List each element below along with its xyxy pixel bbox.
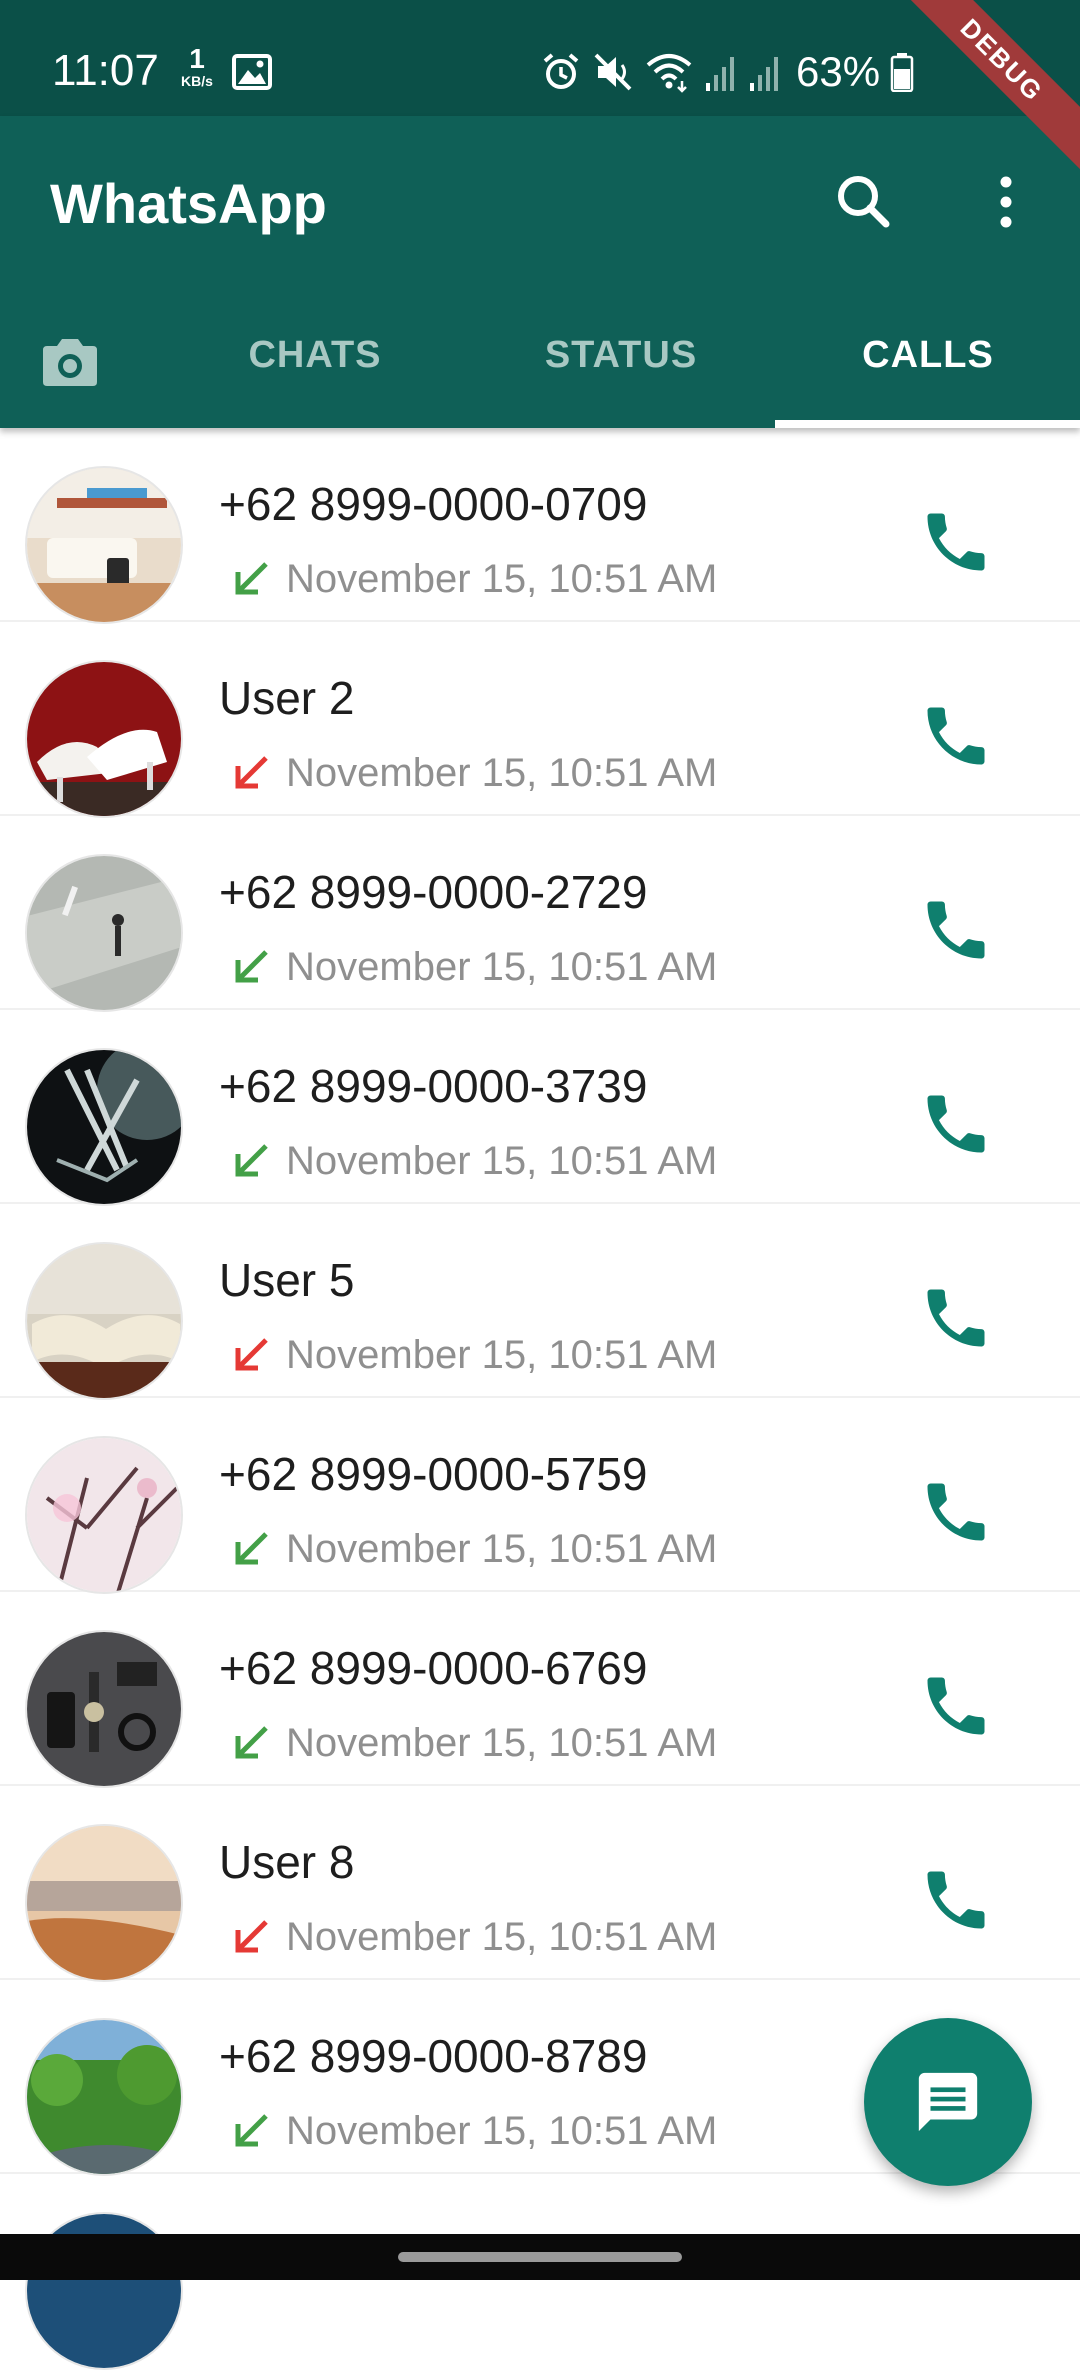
tab-camera[interactable] bbox=[30, 296, 110, 428]
contact-name: +62 8999-0000-6769 bbox=[219, 1642, 648, 1694]
battery-icon bbox=[890, 53, 914, 92]
network-speed-value: 1 bbox=[189, 43, 205, 74]
system-nav-bar bbox=[0, 2234, 1080, 2280]
avatar-image bbox=[27, 856, 181, 1010]
signal-icon-2 bbox=[750, 57, 778, 91]
contact-name: User 5 bbox=[219, 1254, 355, 1306]
phone-icon[interactable] bbox=[918, 1280, 994, 1356]
call-details: November 15, 10:51 AM bbox=[232, 1136, 717, 1186]
incoming-call-arrow-icon bbox=[235, 562, 268, 595]
call-time: November 15, 10:51 AM bbox=[286, 2109, 718, 2153]
call-time: November 15, 10:51 AM bbox=[286, 945, 718, 989]
call-row[interactable]: +62 8999-0000-3739 November 15, 10:51 AM bbox=[0, 1010, 1080, 1206]
phone-icon[interactable] bbox=[918, 698, 994, 774]
message-icon bbox=[918, 2072, 978, 2132]
signal-icon bbox=[706, 57, 734, 91]
incoming-call-arrow-icon bbox=[235, 1532, 268, 1565]
home-gesture-handle[interactable] bbox=[398, 2252, 682, 2262]
phone-icon[interactable] bbox=[918, 1474, 994, 1550]
more-vert-icon[interactable] bbox=[970, 166, 1042, 238]
tab-bar: CHATS STATUS CALLS bbox=[0, 296, 1080, 428]
avatar[interactable] bbox=[25, 2018, 183, 2176]
call-details: November 15, 10:51 AM bbox=[232, 2106, 717, 2156]
missed-call-arrow-icon bbox=[235, 1920, 268, 1953]
incoming-call-arrow-icon bbox=[235, 950, 268, 983]
call-details: November 15, 10:51 AM bbox=[232, 1718, 717, 1768]
contact-name: +62 8999-0000-2729 bbox=[219, 866, 648, 918]
gallery-icon bbox=[232, 54, 272, 90]
call-details: November 15, 10:51 AM bbox=[232, 748, 717, 798]
avatar-image bbox=[27, 1050, 181, 1204]
avatar-image bbox=[27, 1438, 181, 1592]
missed-call-arrow-icon bbox=[235, 1338, 268, 1371]
camera-icon bbox=[43, 339, 97, 386]
avatar[interactable] bbox=[25, 1630, 183, 1788]
call-row[interactable]: User 2 November 15, 10:51 AM bbox=[0, 622, 1080, 818]
wifi-icon bbox=[646, 54, 692, 93]
call-details: November 15, 10:51 AM bbox=[232, 1524, 717, 1574]
call-time: November 15, 10:51 AM bbox=[286, 751, 718, 795]
phone-icon[interactable] bbox=[918, 1862, 994, 1938]
tab-calls[interactable]: CALLS bbox=[776, 296, 1080, 428]
phone-icon[interactable] bbox=[918, 892, 994, 968]
phone-icon[interactable] bbox=[918, 1086, 994, 1162]
contact-name: User 2 bbox=[219, 672, 355, 724]
status-bar: 11:07 1 KB/s 63% bbox=[0, 0, 1080, 116]
call-time: November 15, 10:51 AM bbox=[286, 1527, 718, 1571]
avatar[interactable] bbox=[25, 466, 183, 624]
incoming-call-arrow-icon bbox=[235, 1144, 268, 1177]
avatar[interactable] bbox=[25, 1824, 183, 1982]
active-tab-indicator bbox=[775, 420, 1080, 428]
avatar[interactable] bbox=[25, 1048, 183, 1206]
incoming-call-arrow-icon bbox=[235, 2114, 268, 2147]
call-row[interactable]: +62 8999-0000-5759 November 15, 10:51 AM bbox=[0, 1398, 1080, 1594]
tab-status[interactable]: STATUS bbox=[466, 296, 776, 428]
call-row[interactable]: +62 8999-0000-2729 November 15, 10:51 AM bbox=[0, 816, 1080, 1012]
phone-icon[interactable] bbox=[918, 1668, 994, 1744]
avatar[interactable] bbox=[25, 1436, 183, 1594]
contact-name: User 8 bbox=[219, 1836, 355, 1888]
call-details: November 15, 10:51 AM bbox=[232, 942, 717, 992]
incoming-call-arrow-icon bbox=[235, 1726, 268, 1759]
avatar-image bbox=[27, 2020, 181, 2174]
contact-name: +62 8999-0000-0709 bbox=[219, 478, 648, 530]
call-time: November 15, 10:51 AM bbox=[286, 1721, 718, 1765]
alarm-icon bbox=[543, 53, 579, 89]
call-time: November 15, 10:51 AM bbox=[286, 1139, 718, 1183]
avatar-image bbox=[27, 662, 181, 816]
call-time: November 15, 10:51 AM bbox=[286, 1333, 718, 1377]
contact-name: +62 8999-0000-8789 bbox=[219, 2030, 648, 2082]
phone-icon[interactable] bbox=[918, 504, 994, 580]
avatar-image bbox=[27, 468, 181, 622]
avatar-image bbox=[27, 1632, 181, 1786]
app-title: WhatsApp bbox=[50, 172, 327, 235]
call-row[interactable]: User 5 November 15, 10:51 AM bbox=[0, 1204, 1080, 1400]
call-row[interactable]: +62 8999-0000-0709 November 15, 10:51 AM bbox=[0, 428, 1080, 624]
avatar-image bbox=[27, 1826, 181, 1980]
status-icons: 63% bbox=[540, 44, 914, 100]
new-chat-fab[interactable] bbox=[864, 2018, 1032, 2186]
mute-icon bbox=[594, 53, 632, 91]
call-details: November 15, 10:51 AM bbox=[232, 1330, 717, 1380]
tab-chats[interactable]: CHATS bbox=[160, 296, 470, 428]
network-speed: 1 KB/s bbox=[175, 43, 219, 90]
status-time: 11:07 bbox=[52, 46, 159, 95]
contact-name: +62 8999-0000-3739 bbox=[219, 1060, 648, 1112]
call-row[interactable]: +62 8999-0000-6769 November 15, 10:51 AM bbox=[0, 1592, 1080, 1788]
app-bar: WhatsApp CHATS STATUS CALLS bbox=[0, 116, 1080, 428]
network-speed-unit: KB/s bbox=[181, 73, 213, 89]
contact-name: +62 8999-0000-5759 bbox=[219, 1448, 648, 1500]
missed-call-arrow-icon bbox=[235, 756, 268, 789]
battery-percent: 63% bbox=[796, 48, 881, 95]
call-row[interactable]: User 8 November 15, 10:51 AM bbox=[0, 1786, 1080, 1982]
call-details: November 15, 10:51 AM bbox=[232, 554, 717, 604]
avatar[interactable] bbox=[25, 1242, 183, 1400]
avatar[interactable] bbox=[25, 854, 183, 1012]
search-icon[interactable] bbox=[828, 166, 900, 238]
call-details: November 15, 10:51 AM bbox=[232, 1912, 717, 1962]
avatar-image bbox=[27, 1244, 181, 1398]
avatar[interactable] bbox=[25, 660, 183, 818]
call-time: November 15, 10:51 AM bbox=[286, 557, 718, 601]
call-time: November 15, 10:51 AM bbox=[286, 1915, 718, 1959]
